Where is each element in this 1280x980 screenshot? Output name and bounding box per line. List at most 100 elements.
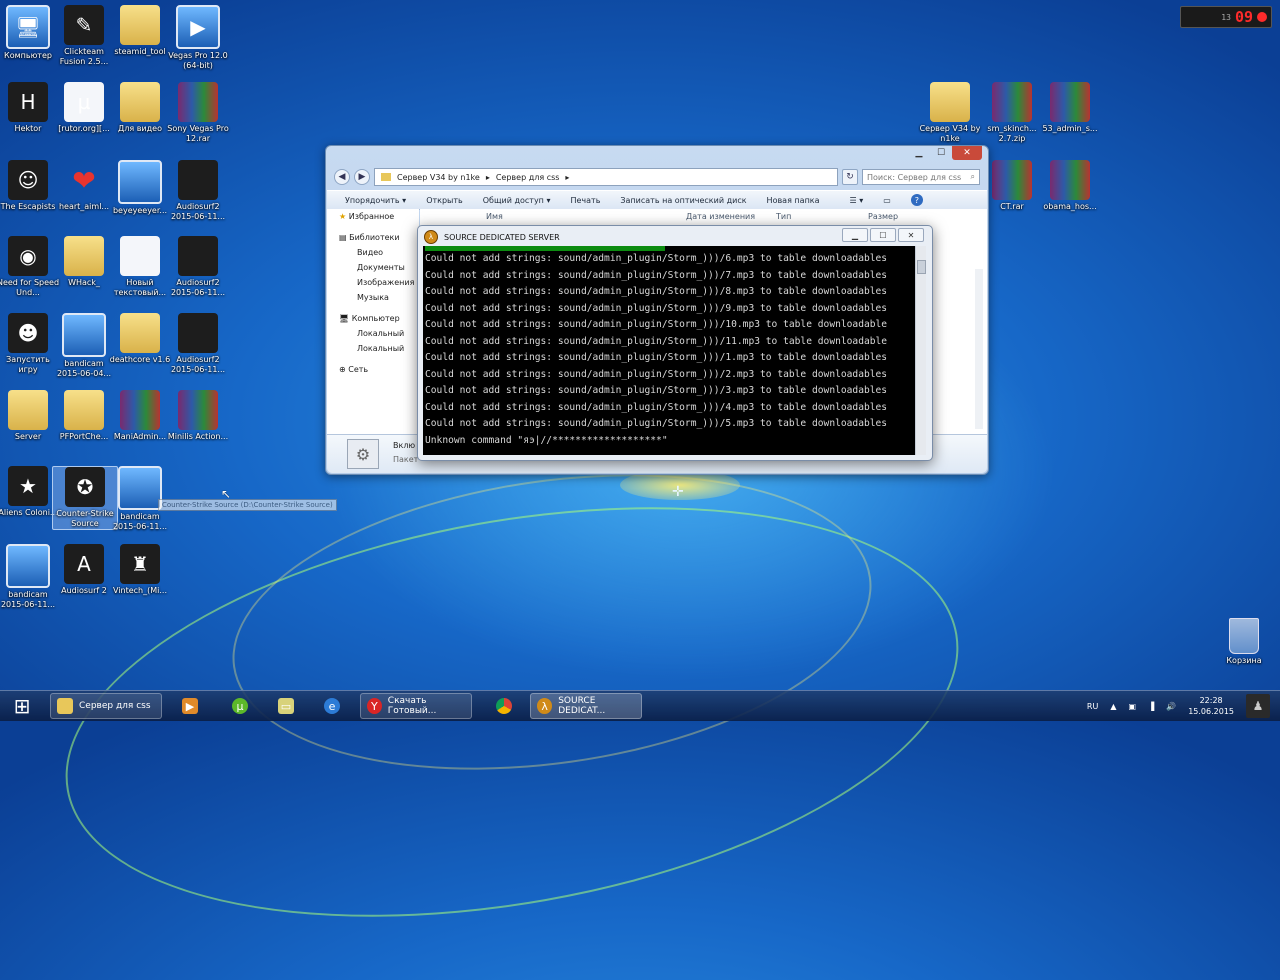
nav-item-computer[interactable]: 🖥 Компьютер <box>327 311 419 326</box>
desktop-icon-bandicam1[interactable]: bandicam 2015-06-04... <box>52 313 116 379</box>
nav-item-images[interactable]: Изображения <box>327 275 419 290</box>
taskbar-item-chrome[interactable] <box>480 693 528 719</box>
search-icon: ⌕ <box>970 172 975 181</box>
tray-expand-icon[interactable]: ▲ <box>1110 702 1116 711</box>
close-button[interactable]: ✕ <box>898 228 924 242</box>
desktop-icon-newtext[interactable]: Новый текстовый... <box>108 236 172 298</box>
desktop-icon-rutor[interactable]: µ [rutor.org][... <box>52 82 116 134</box>
open-button[interactable]: Открыть <box>426 196 463 205</box>
start-button[interactable]: ⊞ <box>4 693 40 719</box>
desktop-icon-nfs[interactable]: ◉ Need for Speed Und... <box>0 236 60 298</box>
desktop-icon-audiosurf3[interactable]: Audiosurf2 2015-06-11... <box>166 313 230 375</box>
desktop-icon-aliens[interactable]: ★ Aliens Coloni... <box>0 466 60 518</box>
column-type[interactable]: Тип <box>776 212 868 221</box>
network-tray-icon[interactable]: ▐ <box>1148 702 1154 711</box>
maximize-button[interactable]: ☐ <box>930 146 952 160</box>
tray-app-icon[interactable]: ▣ <box>1129 702 1137 711</box>
new-folder-button[interactable]: Новая папка <box>767 196 820 205</box>
desktop-icon-vintech[interactable]: ♜ Vintech_(Mi... <box>108 544 172 596</box>
nav-item-libraries[interactable]: ▤ Библиотеки <box>327 230 419 245</box>
desktop-icon-label: Audiosurf 2 <box>61 586 107 595</box>
desktop-icon-pfport[interactable]: PFPortChe... <box>52 390 116 442</box>
nav-item-local-disk[interactable]: Локальный <box>327 326 419 341</box>
desktop-icon-steamid[interactable]: steamid_tool <box>108 5 172 57</box>
volume-icon[interactable]: 🔊 <box>1166 702 1176 711</box>
desktop-icon-minilis[interactable]: Minilis Action... <box>166 390 230 442</box>
desktop-icon-vegas[interactable]: ▶ Vegas Pro 12.0 (64-bit) <box>166 5 230 71</box>
desktop-icon-launch[interactable]: ☻ Запустить игру <box>0 313 60 375</box>
desktop-icon-clickteam[interactable]: ✎ Clickteam Fusion 2.5... <box>52 5 116 67</box>
desktop-icon-server[interactable]: Server <box>0 390 60 442</box>
desktop-icon-whack[interactable]: WHack_ <box>52 236 116 288</box>
search-box[interactable]: Поиск: Сервер для css ⌕ <box>862 169 980 185</box>
close-button[interactable]: ✕ <box>952 146 982 160</box>
srcds-console-window[interactable]: λ SOURCE DEDICATED SERVER ▁ ☐ ✕ Could no… <box>417 225 933 461</box>
desktop-icon-label: bandicam 2015-06-11... <box>112 512 168 531</box>
taskbar-item-yandex[interactable]: Y Скачать Готовый... <box>360 693 472 719</box>
desktop-icon-hektor[interactable]: H Hektor <box>0 82 60 134</box>
preview-pane-icon[interactable]: ▭ <box>883 196 891 205</box>
taskbar-item-utorrent[interactable]: µ <box>216 693 264 719</box>
console-output[interactable]: Could not add strings: sound/admin_plugi… <box>423 246 915 455</box>
desktop-icon-maniadmin[interactable]: ManiAdmin... <box>108 390 172 442</box>
minimize-button[interactable]: ▁ <box>908 146 930 160</box>
desktop-icon-bandicam3[interactable]: bandicam 2015-06-11... <box>0 544 60 610</box>
desktop-icon-beyeey[interactable]: beyeyeeyer... <box>108 160 172 216</box>
address-bar[interactable]: Сервер V34 by n1ke ▸ Сервер для css ▸ <box>374 168 838 186</box>
desktop-icon-label: Компьютер <box>4 51 52 60</box>
desktop-icon-recycle-bin[interactable]: Корзина <box>1212 618 1276 666</box>
taskbar-item-explorer[interactable]: Сервер для css <box>50 693 162 719</box>
taskbar-item-media-player[interactable]: ▶ <box>166 693 214 719</box>
organize-button[interactable]: Упорядочить ▾ <box>345 196 406 205</box>
desktop-icon-heart[interactable]: ❤ heart_aiml... <box>52 160 116 212</box>
desktop-icon-escapists[interactable]: ☺ The Escapists <box>0 160 60 212</box>
burn-button[interactable]: Записать на оптический диск <box>620 196 746 205</box>
desktop-icon-audiosurf1[interactable]: Audiosurf2 2015-06-11... <box>166 160 230 222</box>
scroll-thumb[interactable] <box>917 260 926 274</box>
minimize-button[interactable]: ▁ <box>842 228 868 242</box>
taskbar-label: Сервер для css <box>79 701 151 711</box>
console-line: Could not add strings: sound/admin_plugi… <box>425 368 888 380</box>
desktop-icon-obama[interactable]: obama_hos... <box>1038 160 1102 212</box>
back-button[interactable]: ◀ <box>334 169 350 185</box>
vertical-scrollbar[interactable] <box>975 269 983 429</box>
taskbar-item-ie[interactable]: e <box>308 693 356 719</box>
column-date[interactable]: Дата изменения <box>686 212 776 221</box>
column-name[interactable]: Имя <box>486 212 686 221</box>
breadcrumb-segment[interactable]: Сервер V34 by n1ke <box>397 173 480 182</box>
maximize-button[interactable]: ☐ <box>870 228 896 242</box>
taskbar-item-files[interactable]: ▭ <box>262 693 310 719</box>
nav-item-documents[interactable]: Документы <box>327 260 419 275</box>
pfport-icon <box>64 390 104 430</box>
breadcrumb-segment[interactable]: Сервер для css <box>496 173 560 182</box>
desktop-icon-smskinch[interactable]: sm_skinch... 2.7.zip <box>980 82 1044 144</box>
desktop-icon-sonyrar[interactable]: Sony Vegas Pro 12.rar <box>166 82 230 144</box>
language-indicator[interactable]: RU <box>1087 702 1098 711</box>
show-desktop-button[interactable]: ♟ <box>1236 691 1280 721</box>
forward-button[interactable]: ▶ <box>354 169 370 185</box>
help-icon[interactable]: ? <box>910 194 923 206</box>
desktop-icon-serverv34[interactable]: Сервер V34 by n1ke <box>918 82 982 144</box>
audiosurf1-icon <box>178 160 218 200</box>
refresh-button[interactable]: ↻ <box>842 169 858 185</box>
desktop-icon-computer[interactable]: 🖥 Компьютер <box>0 5 60 61</box>
desktop-icon-video[interactable]: Для видео <box>108 82 172 134</box>
taskbar-item-srcds[interactable]: λ SOURCE DEDICAT... <box>530 693 642 719</box>
desktop-icon-ctrar[interactable]: CT.rar <box>980 160 1044 212</box>
column-size[interactable]: Размер <box>868 212 898 221</box>
nav-item-video[interactable]: Видео <box>327 245 419 260</box>
nav-item-local-disk[interactable]: Локальный <box>327 341 419 356</box>
desktop-icon-label: Audiosurf2 2015-06-11... <box>170 278 226 297</box>
console-scrollbar[interactable] <box>915 246 926 455</box>
taskbar-clock[interactable]: 22:28 15.06.2015 <box>1188 695 1234 717</box>
desktop-icon-audiosurf2app[interactable]: A Audiosurf 2 <box>52 544 116 596</box>
share-button[interactable]: Общий доступ ▾ <box>483 196 551 205</box>
nav-item-favorites[interactable]: ★ Избранное <box>327 209 419 224</box>
nav-item-music[interactable]: Музыка <box>327 290 419 305</box>
view-options-icon[interactable]: ☰ ▾ <box>850 196 864 205</box>
nav-item-network[interactable]: ⊕ Сеть <box>327 362 419 377</box>
print-button[interactable]: Печать <box>570 196 600 205</box>
desktop-icon-audiosurf2[interactable]: Audiosurf2 2015-06-11... <box>166 236 230 298</box>
desktop-icon-s3admin[interactable]: 53_admin_s... <box>1038 82 1102 134</box>
desktop-icon-deathcore[interactable]: deathcore v1.6 <box>108 313 172 365</box>
